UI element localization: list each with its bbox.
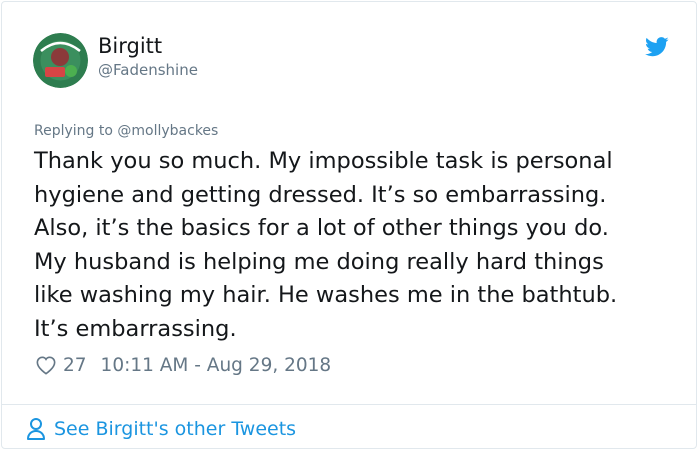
replying-to-line: Replying to @mollybackes — [34, 122, 218, 140]
tweet-card: Birgitt @Fadenshine Replying to @mollyba… — [1, 1, 697, 449]
author-avatar[interactable] — [33, 33, 88, 88]
see-other-tweets-link[interactable]: See Birgitt's other Tweets — [26, 415, 296, 443]
user-icon — [27, 418, 45, 440]
avatar-image — [33, 33, 88, 88]
reply-mention-link[interactable]: @mollybackes — [117, 123, 218, 139]
tweet-text: Thank you so much. My impossible task is… — [34, 148, 618, 342]
author-handle[interactable]: @Fadenshine — [98, 60, 198, 80]
see-other-tweets-label[interactable]: See Birgitt's other Tweets — [54, 418, 296, 440]
replying-to-label: Replying to — [34, 123, 118, 139]
footer-divider — [2, 404, 696, 405]
like-count[interactable]: 27 — [63, 355, 87, 376]
twitter-bird-icon[interactable] — [645, 37, 669, 57]
tweet-meta: 27 10:11 AM - Aug 29, 2018 — [35, 353, 331, 377]
author-display-name[interactable]: Birgitt — [98, 33, 162, 59]
tweet-timestamp[interactable]: 10:11 AM - Aug 29, 2018 — [101, 355, 332, 376]
heart-icon[interactable] — [35, 355, 57, 375]
